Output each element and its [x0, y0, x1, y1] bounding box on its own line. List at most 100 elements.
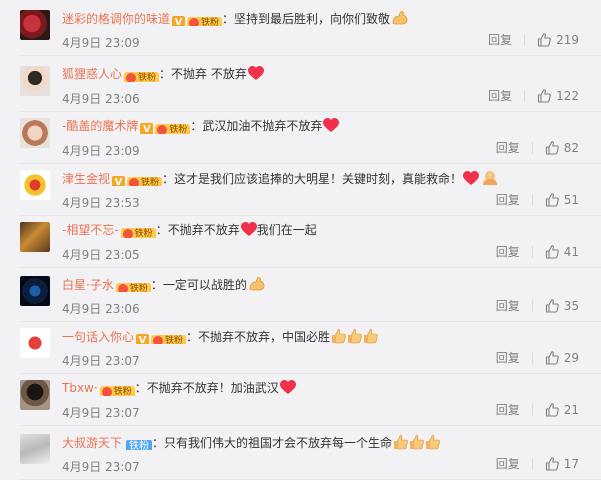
thumbs-up-icon — [363, 328, 378, 344]
comment-body: 迷彩的格调你的味道 V 铁粉 ：坚持到最后胜利，向你们致敬 — [62, 10, 591, 26]
thumbs-up-outline-icon — [538, 89, 551, 103]
comment-actions: 回复 41 — [496, 244, 579, 260]
timestamp: 4月9日 23:05 — [62, 248, 140, 262]
like-count: 35 — [563, 299, 579, 313]
comment-body: Tbxw· 铁粉 ：不抛弃不放弃！加油武汉 — [62, 380, 591, 396]
avatar[interactable] — [20, 118, 50, 148]
username-link[interactable]: 一句话入你心 — [62, 330, 134, 344]
comment-actions: 回复 82 — [496, 140, 579, 156]
comment-actions: 回复 219 — [488, 32, 579, 48]
divider — [531, 458, 533, 470]
username-link[interactable]: 津生金视 — [62, 172, 110, 186]
comment-text: ：不抛弃不放弃！加油武汉 — [134, 381, 279, 395]
username-link[interactable]: Tbxw· — [62, 381, 98, 395]
strong-arm-icon — [391, 10, 409, 26]
divider — [531, 300, 533, 312]
comment-item: Tbxw· 铁粉 ：不抛弃不放弃！加油武汉 4月9日 23:07 回复 21 — [0, 370, 601, 426]
divider — [531, 194, 533, 206]
fan-badge: 铁粉 — [124, 72, 160, 82]
like-button[interactable]: 21 — [545, 402, 579, 418]
thumbs-up-outline-icon — [545, 141, 559, 155]
thumbs-up-icon — [409, 434, 424, 450]
fan-badge: 铁粉 — [187, 17, 223, 26]
fan-badge: 铁粉 — [115, 283, 151, 292]
comment-actions: 回复 51 — [496, 192, 579, 208]
comment-item: 大叔游天下 铁粉 ：只有我们伟大的祖国才会不放弃每一个生命 4月9日 23:07 回… — [0, 424, 601, 480]
thumbs-up-outline-icon — [545, 457, 559, 471]
thumbs-up-outline-icon — [545, 299, 559, 313]
reply-button[interactable]: 回复 — [488, 88, 512, 104]
pray-icon — [480, 170, 500, 186]
comment-body: 大叔游天下 铁粉 ：只有我们伟大的祖国才会不放弃每一个生命 — [62, 434, 591, 450]
reply-button[interactable]: 回复 — [496, 192, 520, 208]
fan-badge: 铁粉 — [99, 386, 135, 396]
avatar[interactable] — [20, 170, 50, 200]
verified-v-icon: V — [172, 16, 186, 26]
timestamp: 4月9日 23:06 — [62, 92, 140, 106]
comment-actions: 回复 122 — [488, 88, 579, 104]
divider — [524, 34, 526, 46]
thumbs-up-outline-icon — [538, 33, 551, 47]
divider — [531, 142, 533, 154]
heart-icon — [463, 171, 480, 186]
reply-button[interactable]: 回复 — [496, 244, 520, 260]
heart-icon — [279, 380, 296, 396]
avatar[interactable] — [20, 380, 50, 410]
fan-badge: 铁粉 — [127, 177, 163, 186]
comment-actions: 回复 35 — [496, 298, 579, 314]
timestamp: 4月9日 23:07 — [62, 460, 140, 474]
like-button[interactable]: 17 — [545, 456, 579, 472]
timestamp: 4月9日 23:09 — [62, 144, 140, 158]
avatar[interactable] — [20, 222, 50, 252]
like-count: 29 — [563, 351, 579, 365]
comment-item: 狐狸惑人心 铁粉 ：不抛弃 不放弃 4月9日 23:06 回复 122 — [0, 56, 601, 112]
reply-button[interactable]: 回复 — [496, 298, 520, 314]
reply-button[interactable]: 回复 — [496, 140, 520, 156]
username-link[interactable]: -相望不忘- — [62, 223, 119, 237]
like-button[interactable]: 41 — [545, 244, 579, 260]
timestamp: 4月9日 23:07 — [62, 354, 140, 368]
divider — [531, 404, 533, 416]
reply-button[interactable]: 回复 — [496, 402, 520, 418]
thumbs-up-outline-icon — [545, 245, 559, 259]
comment-text: ：一定可以战胜的 — [150, 278, 247, 292]
reply-button[interactable]: 回复 — [496, 456, 520, 472]
avatar[interactable] — [20, 10, 50, 40]
username-link[interactable]: -酷盖的魔术牌 — [62, 119, 138, 133]
username-link[interactable]: 白星·子水 — [62, 278, 114, 292]
reply-button[interactable]: 回复 — [496, 350, 520, 366]
avatar[interactable] — [20, 276, 50, 306]
verified-v-icon: V — [136, 334, 150, 344]
comment-text: ：只有我们伟大的祖国才会不放弃每一个生命 — [152, 436, 393, 450]
heart-icon — [240, 222, 257, 238]
username-link[interactable]: 狐狸惑人心 — [62, 67, 122, 81]
reply-button[interactable]: 回复 — [488, 32, 512, 48]
timestamp: 4月9日 23:53 — [62, 196, 140, 210]
like-button[interactable]: 122 — [537, 88, 579, 104]
like-count: 51 — [563, 193, 579, 207]
comment-text-tail: 我们在一起 — [256, 223, 317, 237]
comment-actions: 回复 17 — [496, 456, 579, 472]
comment-body: 津生金视 V 铁粉 ：这才是我们应该追捧的大明星！关键时刻，真能救命！ — [62, 170, 591, 186]
comment-text: ：武汉加油不抛弃不放弃 — [190, 119, 323, 133]
like-button[interactable]: 35 — [545, 298, 579, 314]
like-button[interactable]: 82 — [545, 140, 579, 156]
like-button[interactable]: 51 — [545, 192, 579, 208]
like-count: 122 — [556, 89, 579, 103]
fan-badge: 铁粉 — [155, 124, 191, 134]
username-link[interactable]: 迷彩的格调你的味道 — [62, 12, 170, 26]
avatar[interactable] — [20, 66, 50, 96]
thumbs-up-icon — [425, 434, 440, 450]
fan-badge: 铁粉 — [120, 228, 156, 238]
like-button[interactable]: 29 — [545, 350, 579, 366]
comment-body: 白星·子水 铁粉 ：一定可以战胜的 — [62, 276, 591, 292]
avatar[interactable] — [20, 328, 50, 358]
comment-item: -相望不忘- 铁粉 ：不抛弃不放弃 我们在一起 4月9日 23:05 回复 41 — [0, 212, 601, 268]
like-button[interactable]: 219 — [537, 32, 579, 48]
username-link[interactable]: 大叔游天下 — [62, 436, 122, 450]
comment-list: 迷彩的格调你的味道 V 铁粉 ：坚持到最后胜利，向你们致敬 4月9日 23:09 回复… — [0, 0, 601, 480]
timestamp: 4月9日 23:07 — [62, 406, 140, 420]
comment-body: -相望不忘- 铁粉 ：不抛弃不放弃 我们在一起 — [62, 222, 591, 238]
fan-badge: 铁粉 — [151, 335, 187, 344]
avatar[interactable] — [20, 434, 50, 464]
